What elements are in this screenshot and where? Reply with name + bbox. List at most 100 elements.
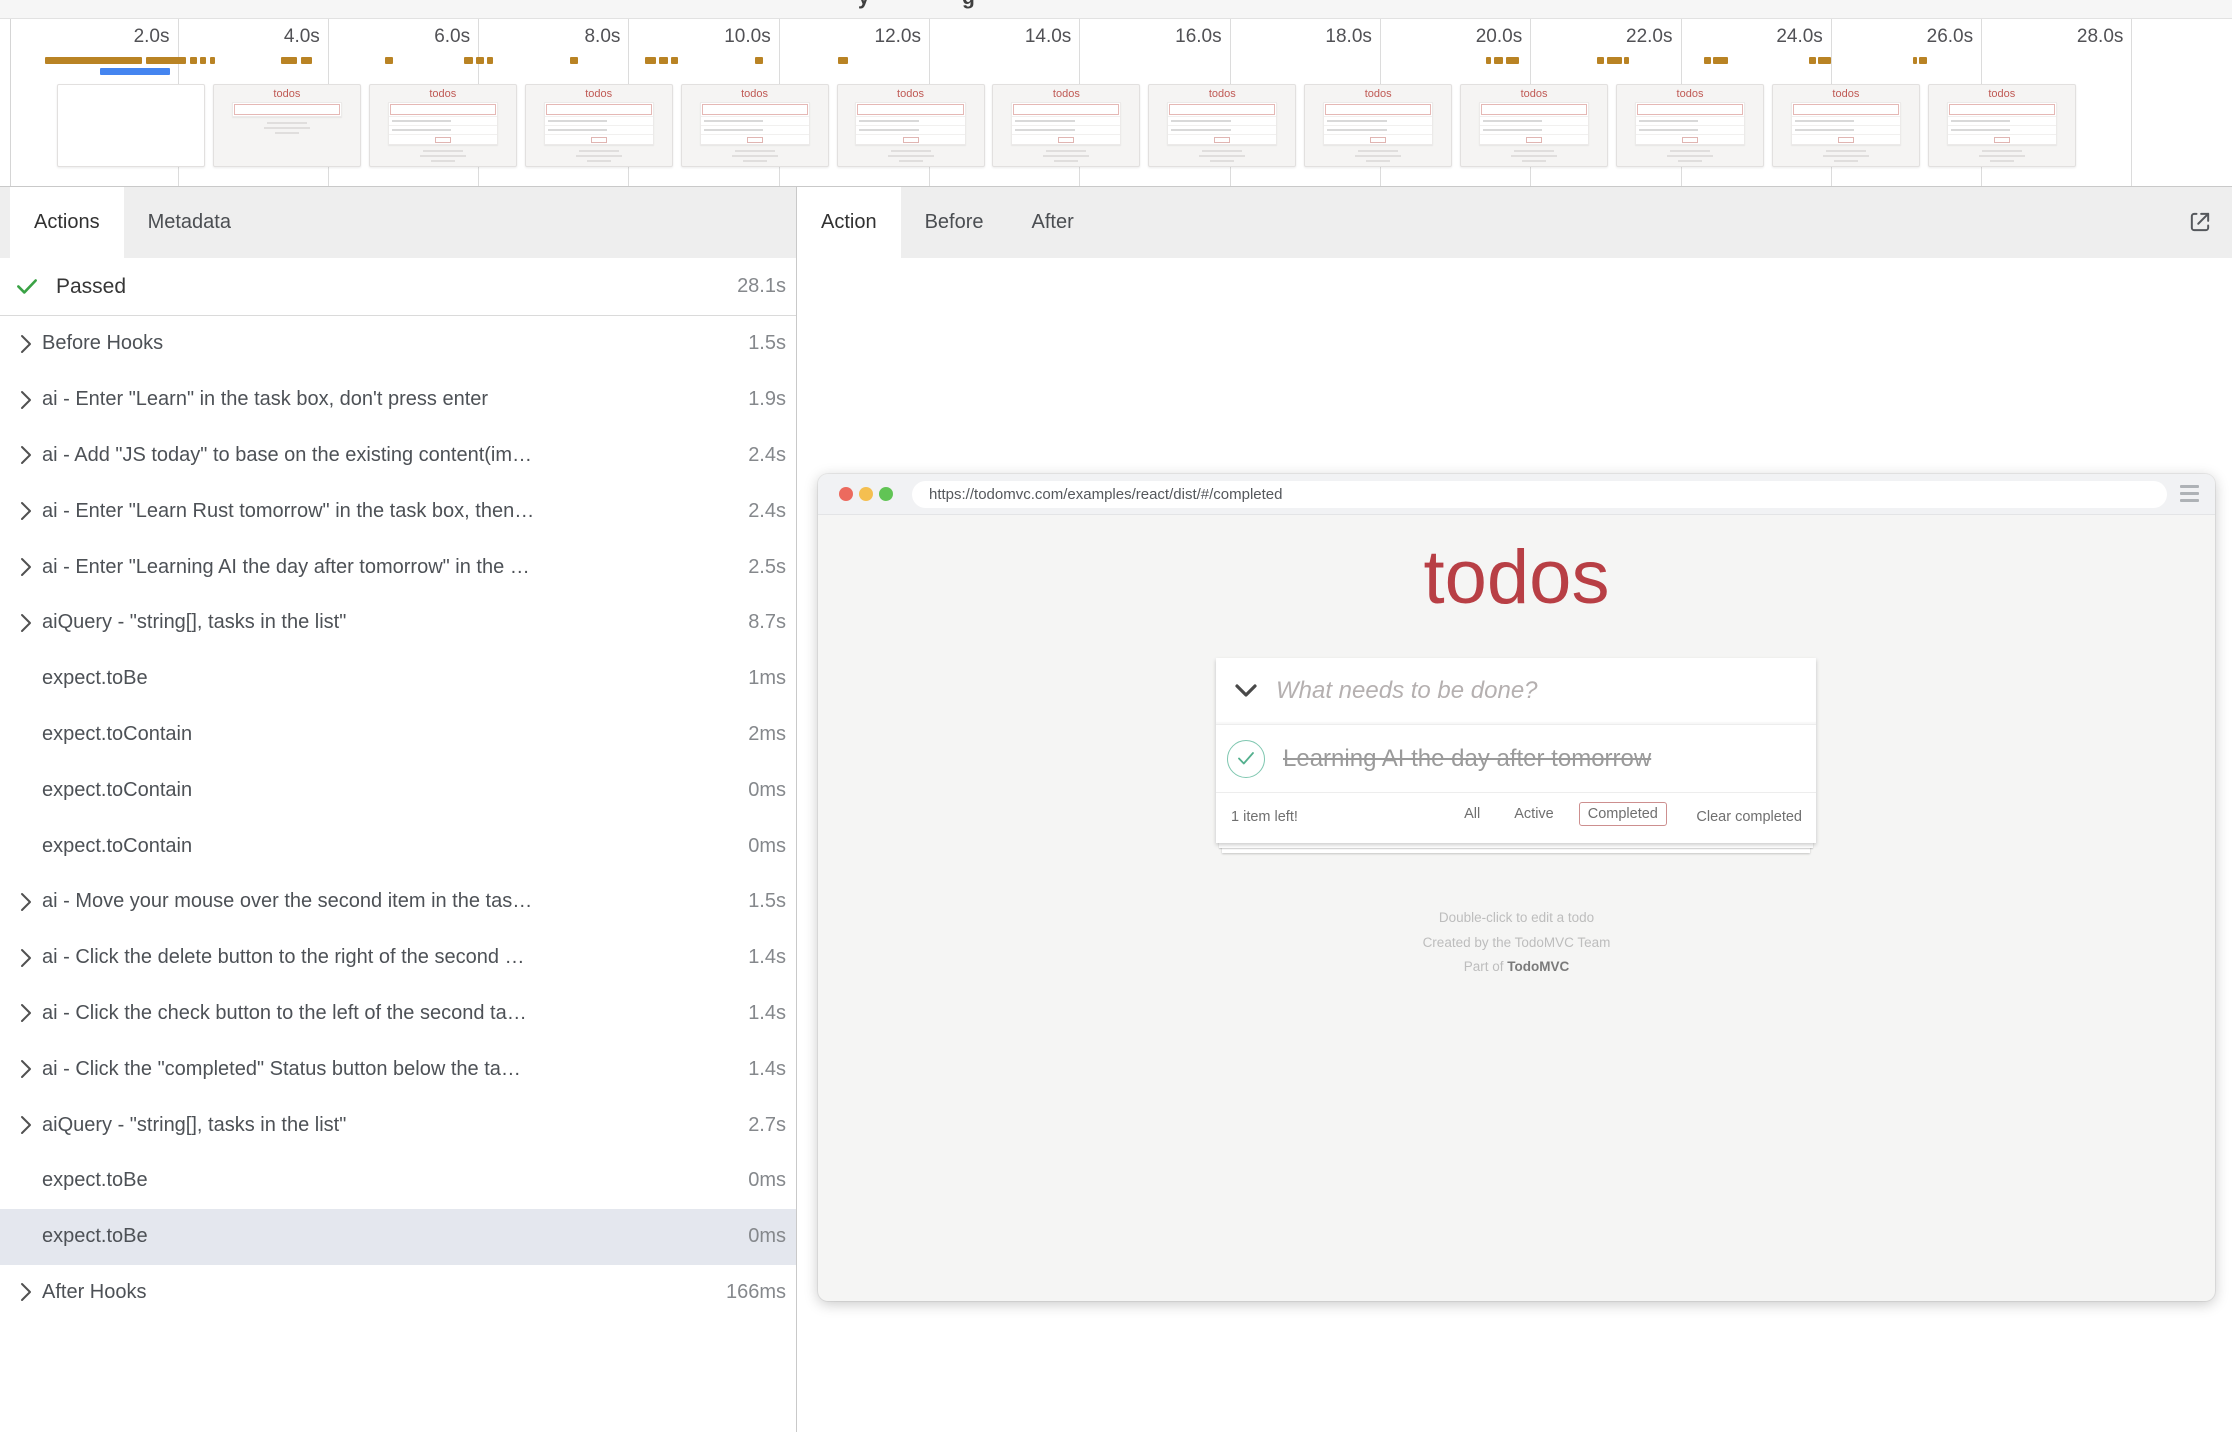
actions-panel: Actions Metadata Passed 28.1s Before Hoo…	[0, 187, 797, 1432]
info-line: Double-click to edit a todo	[818, 906, 2215, 931]
tab-action[interactable]: Action	[797, 187, 901, 258]
test-status-row[interactable]: Passed 28.1s	[0, 258, 796, 316]
film-strip-thumbnail[interactable]: todos	[369, 84, 517, 167]
todo-footer: 1 item left! AllActiveCompleted Clear co…	[1216, 793, 1816, 843]
action-duration: 2.5s	[748, 556, 786, 579]
action-marker	[301, 57, 312, 64]
action-row[interactable]: Before Hooks1.5s	[0, 316, 796, 372]
thumbnail-todos-title: todos	[993, 89, 1139, 100]
expand-chevron-icon[interactable]	[14, 557, 38, 577]
action-row[interactable]: expect.toContain0ms	[0, 818, 796, 874]
action-row[interactable]: expect.toContain2ms	[0, 707, 796, 763]
action-row[interactable]: ai - Enter "Learning AI the day after to…	[0, 539, 796, 595]
action-marker	[1597, 57, 1604, 64]
info-line: Created by the TodoMVC Team	[818, 931, 2215, 956]
film-strip-thumbnail[interactable]: todos	[1772, 84, 1920, 167]
filter-all[interactable]: All	[1455, 802, 1489, 826]
action-row[interactable]: aiQuery - "string[], tasks in the list"2…	[0, 1097, 796, 1153]
action-row[interactable]: ai - Enter "Learn" in the task box, don'…	[0, 372, 796, 428]
tab-after[interactable]: After	[1008, 187, 1098, 258]
thumbnail-todos-title: todos	[370, 89, 516, 100]
timeline-tick-label: 20.0s	[1476, 26, 1522, 48]
film-strip-thumbnail[interactable]	[57, 84, 205, 167]
clear-completed-button[interactable]: Clear completed	[1696, 809, 1802, 825]
action-row[interactable]: After Hooks166ms	[0, 1265, 796, 1321]
chevron-down-icon[interactable]	[1234, 682, 1258, 700]
action-duration: 1.9s	[748, 388, 786, 411]
thumbnail-card	[544, 102, 654, 145]
action-row[interactable]: expect.toContain0ms	[0, 762, 796, 818]
new-todo-input[interactable]: What needs to be done?	[1216, 658, 1816, 725]
action-row[interactable]: ai - Click the delete button to the righ…	[0, 930, 796, 986]
action-list: Before Hooks1.5sai - Enter "Learn" in th…	[0, 316, 796, 1320]
film-strip-thumbnail[interactable]: todos	[1304, 84, 1452, 167]
thumbnail-info-lines	[1929, 150, 2075, 162]
action-row[interactable]: ai - Click the check button to the left …	[0, 986, 796, 1042]
action-row[interactable]: expect.toBe1ms	[0, 651, 796, 707]
timeline-strip[interactable]: 2.0s4.0s6.0s8.0s10.0s12.0s14.0s16.0s18.0…	[0, 19, 2232, 187]
page-url: https://todomvc.com/examples/react/dist/…	[929, 486, 1283, 503]
film-strip-thumbnail[interactable]: todos	[681, 84, 829, 167]
filter-completed[interactable]: Completed	[1579, 802, 1667, 826]
thumbnail-todos-title: todos	[1461, 89, 1607, 100]
tab-metadata[interactable]: Metadata	[124, 187, 255, 258]
expand-chevron-icon[interactable]	[14, 948, 38, 968]
action-row[interactable]: ai - Add "JS today" to base on the exist…	[0, 428, 796, 484]
expand-chevron-icon[interactable]	[14, 1003, 38, 1023]
todo-toggle-checked-icon[interactable]	[1227, 740, 1265, 778]
action-label: ai - Click the check button to the left …	[42, 1002, 736, 1025]
action-label: ai - Click the "completed" Status button…	[42, 1058, 736, 1081]
timeline-tick-label: 24.0s	[1776, 26, 1822, 48]
thumbnail-card	[1323, 102, 1433, 145]
action-row[interactable]: ai - Click the "completed" Status button…	[0, 1041, 796, 1097]
thumbnail-info-lines	[526, 150, 672, 162]
timeline-tick-label: 6.0s	[434, 26, 470, 48]
action-row[interactable]: ai - Move your mouse over the second ite…	[0, 874, 796, 930]
film-strip-thumbnail[interactable]: todos	[1928, 84, 2076, 167]
action-marker	[1818, 57, 1831, 64]
address-bar[interactable]: https://todomvc.com/examples/react/dist/…	[912, 481, 2167, 508]
expand-chevron-icon[interactable]	[14, 613, 38, 633]
film-strip-thumbnail[interactable]: todos	[837, 84, 985, 167]
expand-chevron-icon[interactable]	[14, 334, 38, 354]
timeline-tick-label: 18.0s	[1325, 26, 1371, 48]
expand-chevron-icon[interactable]	[14, 1115, 38, 1135]
action-row[interactable]: expect.toBe0ms	[0, 1153, 796, 1209]
tab-actions[interactable]: Actions	[10, 187, 124, 258]
thumbnail-info-lines	[682, 150, 828, 162]
open-in-new-window-icon[interactable]	[2186, 208, 2214, 236]
action-marker	[671, 57, 678, 64]
action-marker	[210, 57, 215, 64]
action-row[interactable]: ai - Enter "Learn Rust tomorrow" in the …	[0, 483, 796, 539]
thumbnail-todos-title: todos	[526, 89, 672, 100]
action-row[interactable]: expect.toBe0ms	[0, 1209, 796, 1265]
tab-before[interactable]: Before	[901, 187, 1008, 258]
film-strip-thumbnail[interactable]: todos	[525, 84, 673, 167]
film-strip-thumbnail[interactable]: todos	[1148, 84, 1296, 167]
film-strip-thumbnail[interactable]: todos	[213, 84, 361, 167]
thumbnail-info-lines	[1617, 150, 1763, 162]
action-duration: 1ms	[748, 667, 786, 690]
film-strip-thumbnail[interactable]: todos	[1460, 84, 1608, 167]
expand-chevron-icon[interactable]	[14, 1059, 38, 1079]
thumbnail-card	[1635, 102, 1745, 145]
film-strip-thumbnail[interactable]: todos	[1616, 84, 1764, 167]
todo-card: What needs to be done? Learning AI the d…	[1216, 658, 1816, 843]
action-row[interactable]: aiQuery - "string[], tasks in the list"8…	[0, 595, 796, 651]
action-duration: 0ms	[748, 835, 786, 858]
expand-chevron-icon[interactable]	[14, 390, 38, 410]
film-strip-thumbnail[interactable]: todos	[992, 84, 1140, 167]
thumbnail-card	[1011, 102, 1121, 145]
expand-chevron-icon[interactable]	[14, 445, 38, 465]
action-label: After Hooks	[42, 1281, 714, 1304]
expand-chevron-icon[interactable]	[14, 1282, 38, 1302]
thumbnail-card	[700, 102, 810, 145]
filter-active[interactable]: Active	[1505, 802, 1563, 826]
todo-item[interactable]: Learning AI the day after tomorrow	[1216, 725, 1816, 793]
timeline-gridline	[2131, 19, 2132, 186]
right-tabbar: Action Before After	[797, 187, 2232, 258]
todomvc-brand-link[interactable]: TodoMVC	[1507, 959, 1569, 974]
action-duration: 2ms	[748, 723, 786, 746]
expand-chevron-icon[interactable]	[14, 892, 38, 912]
expand-chevron-icon[interactable]	[14, 501, 38, 521]
